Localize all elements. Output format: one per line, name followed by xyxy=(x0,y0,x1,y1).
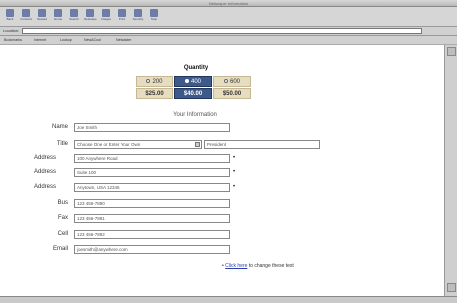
back-button[interactable]: Back xyxy=(4,8,16,26)
status-bar xyxy=(0,296,457,303)
name-label: Name xyxy=(51,124,68,130)
quantity-option-200[interactable]: 200 xyxy=(136,76,173,87)
window-title: Netscape: Information xyxy=(208,1,249,6)
scroll-up-icon[interactable] xyxy=(447,47,456,56)
stop-icon xyxy=(150,9,158,17)
bookmark-item[interactable]: Lookup xyxy=(60,37,72,44)
window-titlebar: Netscape: Information xyxy=(0,0,457,7)
location-input[interactable] xyxy=(22,28,422,34)
chevron-down-icon xyxy=(195,142,200,147)
required-marker: • xyxy=(233,184,236,190)
fax-field[interactable]: 123 456-7891 xyxy=(74,214,230,223)
browser-toolbar: Back Forward Reload Home Search Netscape… xyxy=(0,7,457,27)
fax-label: Fax xyxy=(57,215,68,221)
forward-button[interactable]: Forward xyxy=(20,8,32,26)
address-field-3[interactable]: Anytown, USA 12345 xyxy=(74,183,230,192)
search-icon xyxy=(70,9,78,17)
cell-field[interactable]: 123 456-7892 xyxy=(74,230,230,239)
bookmarks-bar: Bookmarks Internet Lookup New&Cool Netca… xyxy=(0,36,457,45)
reload-button[interactable]: Reload xyxy=(36,8,48,26)
quantity-price-200: $25.00 xyxy=(136,88,173,99)
quantity-title: Quantity xyxy=(183,65,209,71)
home-button[interactable]: Home xyxy=(52,8,64,26)
title-label: Title xyxy=(56,141,68,147)
footer-note: • Click here to change these text xyxy=(222,263,294,269)
bus-label: Bus xyxy=(57,200,68,206)
bus-phone-field[interactable]: 123 456-7890 xyxy=(74,199,230,208)
required-marker: • xyxy=(233,169,236,175)
search-button[interactable]: Search xyxy=(68,8,80,26)
email-label: Email xyxy=(52,246,68,252)
netscape-icon xyxy=(86,9,94,17)
quantity-option-400[interactable]: 400 xyxy=(174,76,212,87)
title-select[interactable]: Choose One or Enter Your Own xyxy=(74,140,202,149)
location-label: Location: xyxy=(3,28,20,33)
radio-icon xyxy=(184,79,189,84)
home-icon xyxy=(54,9,62,17)
print-button[interactable]: Print xyxy=(116,8,128,26)
reload-icon xyxy=(38,9,46,17)
name-field[interactable]: Joe Smith xyxy=(74,123,230,132)
address-label: Address xyxy=(33,184,56,190)
bookmark-item[interactable]: Bookmarks xyxy=(4,37,22,44)
radio-icon xyxy=(146,79,151,84)
section-title: Your Information xyxy=(173,112,217,118)
back-arrow-icon xyxy=(6,9,14,17)
address-field-2[interactable]: Suite 100 xyxy=(74,168,230,177)
page-content: Quantity 200 400 600 $25.00 $40.00 $50.0… xyxy=(0,45,444,296)
security-icon xyxy=(134,9,142,17)
title-field[interactable]: President xyxy=(204,140,320,149)
netscape-button[interactable]: Netscape xyxy=(84,8,97,26)
address-field-1[interactable]: 100 Anywhere Road xyxy=(74,154,230,163)
scroll-down-icon[interactable] xyxy=(447,283,456,292)
location-bar: Location: xyxy=(0,27,457,36)
bookmark-item[interactable]: Internet xyxy=(34,37,46,44)
forward-arrow-icon xyxy=(22,9,30,17)
bookmark-item[interactable]: New&Cool xyxy=(84,37,101,44)
quantity-price-600: $50.00 xyxy=(213,88,251,99)
print-icon xyxy=(118,9,126,17)
address-label: Address xyxy=(33,155,56,161)
security-button[interactable]: Security xyxy=(132,8,144,26)
email-field[interactable]: joesmith@anywhere.com xyxy=(74,245,230,254)
stop-button[interactable]: Stop xyxy=(148,8,160,26)
vertical-scrollbar[interactable] xyxy=(444,45,457,296)
radio-icon xyxy=(223,79,228,84)
bullet-icon: • xyxy=(222,263,224,269)
address-label: Address xyxy=(33,169,56,175)
change-text-link[interactable]: Click here xyxy=(225,263,247,269)
cell-label: Cell xyxy=(57,231,68,237)
bookmark-item[interactable]: Netcaster xyxy=(116,37,131,44)
quantity-option-600[interactable]: 600 xyxy=(213,76,251,87)
images-icon xyxy=(102,9,110,17)
images-button[interactable]: Images xyxy=(100,8,112,26)
required-marker: • xyxy=(233,155,236,161)
quantity-price-400: $40.00 xyxy=(174,88,212,99)
